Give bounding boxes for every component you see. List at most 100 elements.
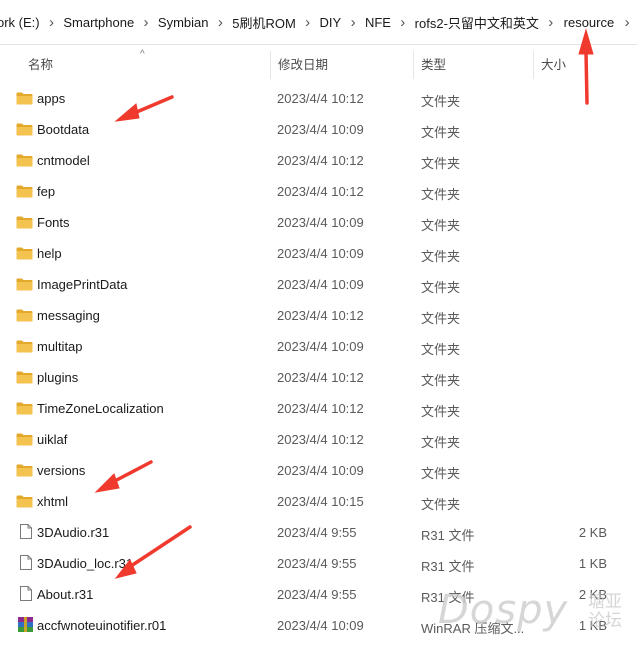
file-modified-date: 2023/4/4 10:09 — [277, 122, 364, 137]
breadcrumb-separator-icon[interactable] — [136, 14, 156, 31]
file-row[interactable]: xhtml 2023/4/4 10:15 文件夹 — [0, 486, 637, 517]
file-row[interactable]: multitap 2023/4/4 10:09 文件夹 — [0, 331, 637, 362]
file-modified-date: 2023/4/4 10:12 — [277, 153, 364, 168]
breadcrumb-item[interactable]: rofs2-只留中文和英文 — [413, 13, 541, 32]
watermark-logo-text: Dospy — [438, 587, 569, 633]
file-modified-date: 2023/4/4 10:09 — [277, 463, 364, 478]
file-row[interactable]: 3DAudio.r31 2023/4/4 9:55 R31 文件 2 KB — [0, 517, 637, 548]
file-modified-date: 2023/4/4 10:12 — [277, 401, 364, 416]
file-modified-date: 2023/4/4 10:12 — [277, 184, 364, 199]
file-row[interactable]: fep 2023/4/4 10:12 文件夹 — [0, 176, 637, 207]
file-row[interactable]: 3DAudio_loc.r31 2023/4/4 9:55 R31 文件 1 KB — [0, 548, 637, 579]
file-name: About.r31 — [37, 587, 94, 602]
document-icon — [20, 586, 32, 601]
file-modified-date: 2023/4/4 9:55 — [277, 556, 357, 571]
breadcrumb-item[interactable]: resource — [561, 14, 618, 31]
file-type: 文件夹 — [421, 156, 461, 171]
file-modified-date: 2023/4/4 10:09 — [277, 277, 364, 292]
file-type: 文件夹 — [421, 125, 461, 140]
folder-icon — [16, 464, 33, 477]
file-list: apps 2023/4/4 10:12 文件夹 Bootdata 2023/4/4 10… — [0, 83, 637, 641]
folder-icon — [16, 340, 33, 353]
file-row[interactable]: apps 2023/4/4 10:12 文件夹 — [0, 83, 637, 114]
file-name: messaging — [37, 308, 100, 323]
file-modified-date: 2023/4/4 10:09 — [277, 618, 364, 633]
breadcrumb-separator-icon[interactable] — [393, 14, 413, 31]
file-row[interactable]: ImagePrintData 2023/4/4 10:09 文件夹 — [0, 269, 637, 300]
breadcrumb-item[interactable]: Symbian — [156, 15, 211, 30]
document-icon — [20, 524, 32, 539]
watermark-side-text: 塘亚 论坛 — [588, 592, 622, 631]
breadcrumb-separator-icon[interactable] — [541, 14, 561, 31]
file-modified-date: 2023/4/4 10:12 — [277, 91, 364, 106]
breadcrumb-item[interactable]: Smartphone — [61, 15, 136, 30]
file-name: ImagePrintData — [37, 277, 128, 292]
file-type: 文件夹 — [421, 94, 461, 109]
file-type: 文件夹 — [421, 404, 461, 419]
folder-icon — [16, 371, 33, 384]
folder-icon — [16, 309, 33, 322]
file-name: 3DAudio.r31 — [37, 525, 110, 540]
file-row[interactable]: cntmodel 2023/4/4 10:12 文件夹 — [0, 145, 637, 176]
file-name: multitap — [37, 339, 83, 354]
folder-icon — [16, 216, 33, 229]
breadcrumb-item[interactable]: DIY — [318, 15, 344, 30]
breadcrumb-item[interactable]: 5刷机ROM — [230, 13, 298, 32]
file-modified-date: 2023/4/4 10:09 — [277, 215, 364, 230]
file-name: Fonts — [37, 215, 70, 230]
folder-icon — [16, 247, 33, 260]
file-modified-date: 2023/4/4 10:12 — [277, 370, 364, 385]
file-modified-date: 2023/4/4 9:55 — [277, 587, 357, 602]
folder-icon — [16, 123, 33, 136]
file-name: plugins — [37, 370, 79, 385]
file-size: 2 KB — [578, 525, 607, 540]
sort-ascending-icon: ^ — [140, 49, 145, 60]
file-name: Bootdata — [37, 122, 90, 137]
file-name: cntmodel — [37, 153, 90, 168]
breadcrumb-separator-icon[interactable] — [42, 14, 62, 31]
winrar-archive-icon — [18, 617, 33, 632]
file-name: uiklaf — [37, 432, 68, 447]
file-row[interactable]: Fonts 2023/4/4 10:09 文件夹 — [0, 207, 637, 238]
file-type: R31 文件 — [421, 559, 475, 574]
file-type: 文件夹 — [421, 435, 461, 450]
file-explorer-window: ork (E:) Smartphone Symbian 5刷机ROM DIY NFE rof… — [0, 0, 637, 650]
file-row[interactable]: uiklaf 2023/4/4 10:12 文件夹 — [0, 424, 637, 455]
file-name: 3DAudio_loc.r31 — [37, 556, 134, 571]
file-modified-date: 2023/4/4 10:15 — [277, 494, 364, 509]
file-row[interactable]: Bootdata 2023/4/4 10:09 文件夹 — [0, 114, 637, 145]
folder-icon — [16, 495, 33, 508]
breadcrumb-item[interactable]: ork (E:) — [0, 15, 42, 30]
file-name: apps — [37, 91, 66, 106]
file-row[interactable]: help 2023/4/4 10:09 文件夹 — [0, 238, 637, 269]
file-row[interactable]: versions 2023/4/4 10:09 文件夹 — [0, 455, 637, 486]
breadcrumb-separator-icon[interactable] — [343, 14, 363, 31]
breadcrumb-separator-icon[interactable] — [617, 14, 637, 31]
column-header: ^ 名称 修改日期 类型 大小 — [0, 45, 637, 85]
file-row[interactable]: TimeZoneLocalization 2023/4/4 10:12 文件夹 — [0, 393, 637, 424]
breadcrumb-separator-icon[interactable] — [298, 14, 318, 31]
file-modified-date: 2023/4/4 10:09 — [277, 339, 364, 354]
file-name: xhtml — [37, 494, 69, 509]
column-type[interactable]: 类型 — [413, 45, 446, 85]
file-row[interactable]: plugins 2023/4/4 10:12 文件夹 — [0, 362, 637, 393]
column-date[interactable]: 修改日期 — [270, 45, 328, 85]
document-icon — [20, 555, 32, 570]
folder-icon — [16, 92, 33, 105]
file-modified-date: 2023/4/4 9:55 — [277, 525, 357, 540]
folder-icon — [16, 278, 33, 291]
breadcrumb: ork (E:) Smartphone Symbian 5刷机ROM DIY NFE rof… — [0, 0, 637, 45]
folder-icon — [16, 402, 33, 415]
column-size[interactable]: 大小 — [533, 45, 566, 85]
file-modified-date: 2023/4/4 10:12 — [277, 432, 364, 447]
file-type: R31 文件 — [421, 528, 475, 543]
folder-icon — [16, 154, 33, 167]
dospy-watermark: Dospy 塘亚 论坛 — [438, 587, 628, 643]
file-type: 文件夹 — [421, 249, 461, 264]
file-type: 文件夹 — [421, 497, 461, 512]
breadcrumb-item[interactable]: NFE — [363, 15, 393, 30]
breadcrumb-separator-icon[interactable] — [211, 14, 231, 31]
column-name[interactable]: 名称 — [20, 45, 53, 85]
file-row[interactable]: messaging 2023/4/4 10:12 文件夹 — [0, 300, 637, 331]
file-type: 文件夹 — [421, 466, 461, 481]
